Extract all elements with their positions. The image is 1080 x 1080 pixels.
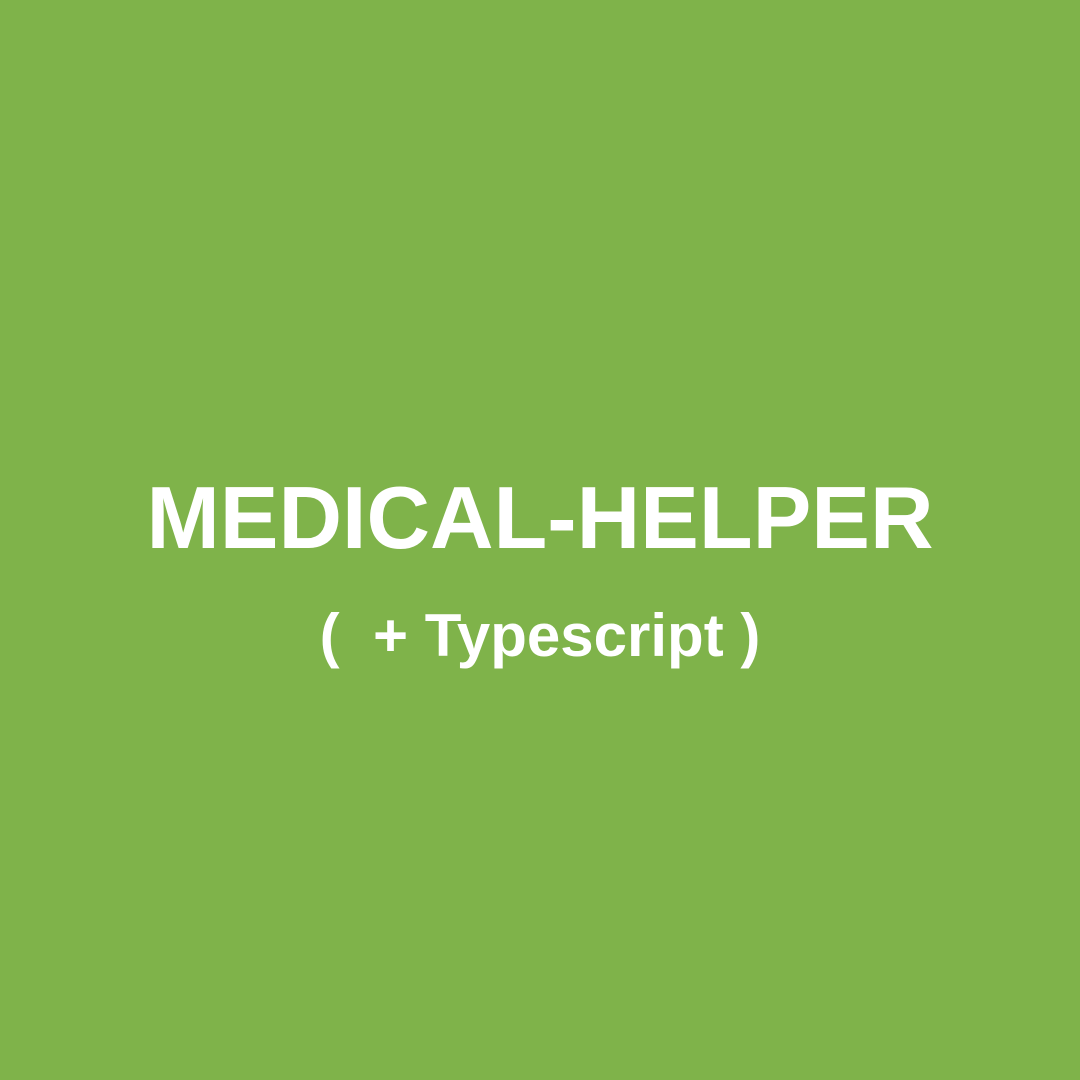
cover-card: MEDICAL-HELPER ( + Typescript )	[0, 0, 1080, 1080]
page-title: MEDICAL-HELPER	[146, 468, 934, 567]
page-subtitle: ( + Typescript )	[319, 602, 761, 669]
